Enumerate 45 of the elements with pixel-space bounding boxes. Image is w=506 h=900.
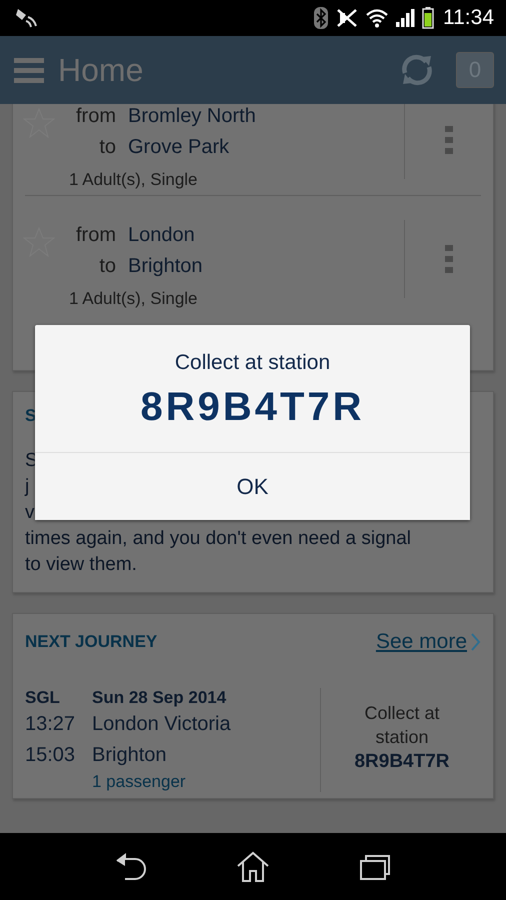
ok-button[interactable]: OK	[35, 452, 470, 520]
from-label: from	[75, 224, 116, 247]
status-time: 11:34	[443, 6, 494, 30]
collect-label: Collect at station	[363, 702, 441, 749]
station-name: London Victoria	[92, 712, 232, 737]
home-icon[interactable]	[236, 850, 270, 882]
passenger-count: 1 passenger	[92, 772, 187, 792]
recent-apps-icon[interactable]	[359, 852, 392, 880]
ticket-type: SGL	[25, 688, 61, 708]
station-name: Brighton	[92, 743, 168, 768]
page-title: Home	[58, 52, 144, 88]
battery-icon	[422, 7, 434, 29]
collection-code: 8R9B4T7R	[354, 751, 450, 773]
menu-icon[interactable]	[14, 55, 44, 85]
dialog-title: Collect at station	[174, 351, 330, 375]
vibrate-off-icon	[335, 7, 359, 29]
see-more-link[interactable]: See more	[376, 630, 467, 654]
stop-time: 13:27	[25, 712, 76, 737]
to-label: to	[98, 136, 116, 159]
card-heading: NEXT JOURNEY	[25, 632, 158, 652]
journey-date: Sun 28 Sep 2014	[92, 688, 228, 708]
signal-icon	[395, 8, 415, 28]
card-heading: S	[25, 406, 36, 427]
refresh-icon[interactable]	[400, 53, 434, 87]
station-name: Brighton	[128, 255, 202, 278]
from-label: from	[75, 105, 116, 128]
info-text: j	[25, 475, 30, 499]
chevron-right-icon[interactable]	[471, 633, 481, 651]
stop-time: 15:03	[25, 743, 76, 768]
back-icon[interactable]	[114, 852, 147, 882]
journey-details: 1 Adult(s), Single	[69, 289, 199, 309]
cast-icon	[14, 7, 40, 29]
overflow-menu-icon[interactable]	[445, 126, 453, 154]
overflow-menu-icon[interactable]	[445, 245, 453, 273]
station-name: London	[128, 224, 195, 247]
to-label: to	[98, 255, 116, 278]
collection-code: 8R9B4T7R	[140, 385, 365, 430]
info-text: to view them.	[25, 553, 137, 577]
journey-details: 1 Adult(s), Single	[69, 170, 199, 190]
wifi-icon	[366, 8, 388, 28]
info-text: times again, and you don't even need a signal	[25, 527, 412, 551]
station-name: Grove Park	[128, 136, 230, 159]
bluetooth-icon	[314, 7, 328, 29]
info-text: v	[25, 501, 34, 525]
station-name: Bromley North	[128, 105, 256, 128]
